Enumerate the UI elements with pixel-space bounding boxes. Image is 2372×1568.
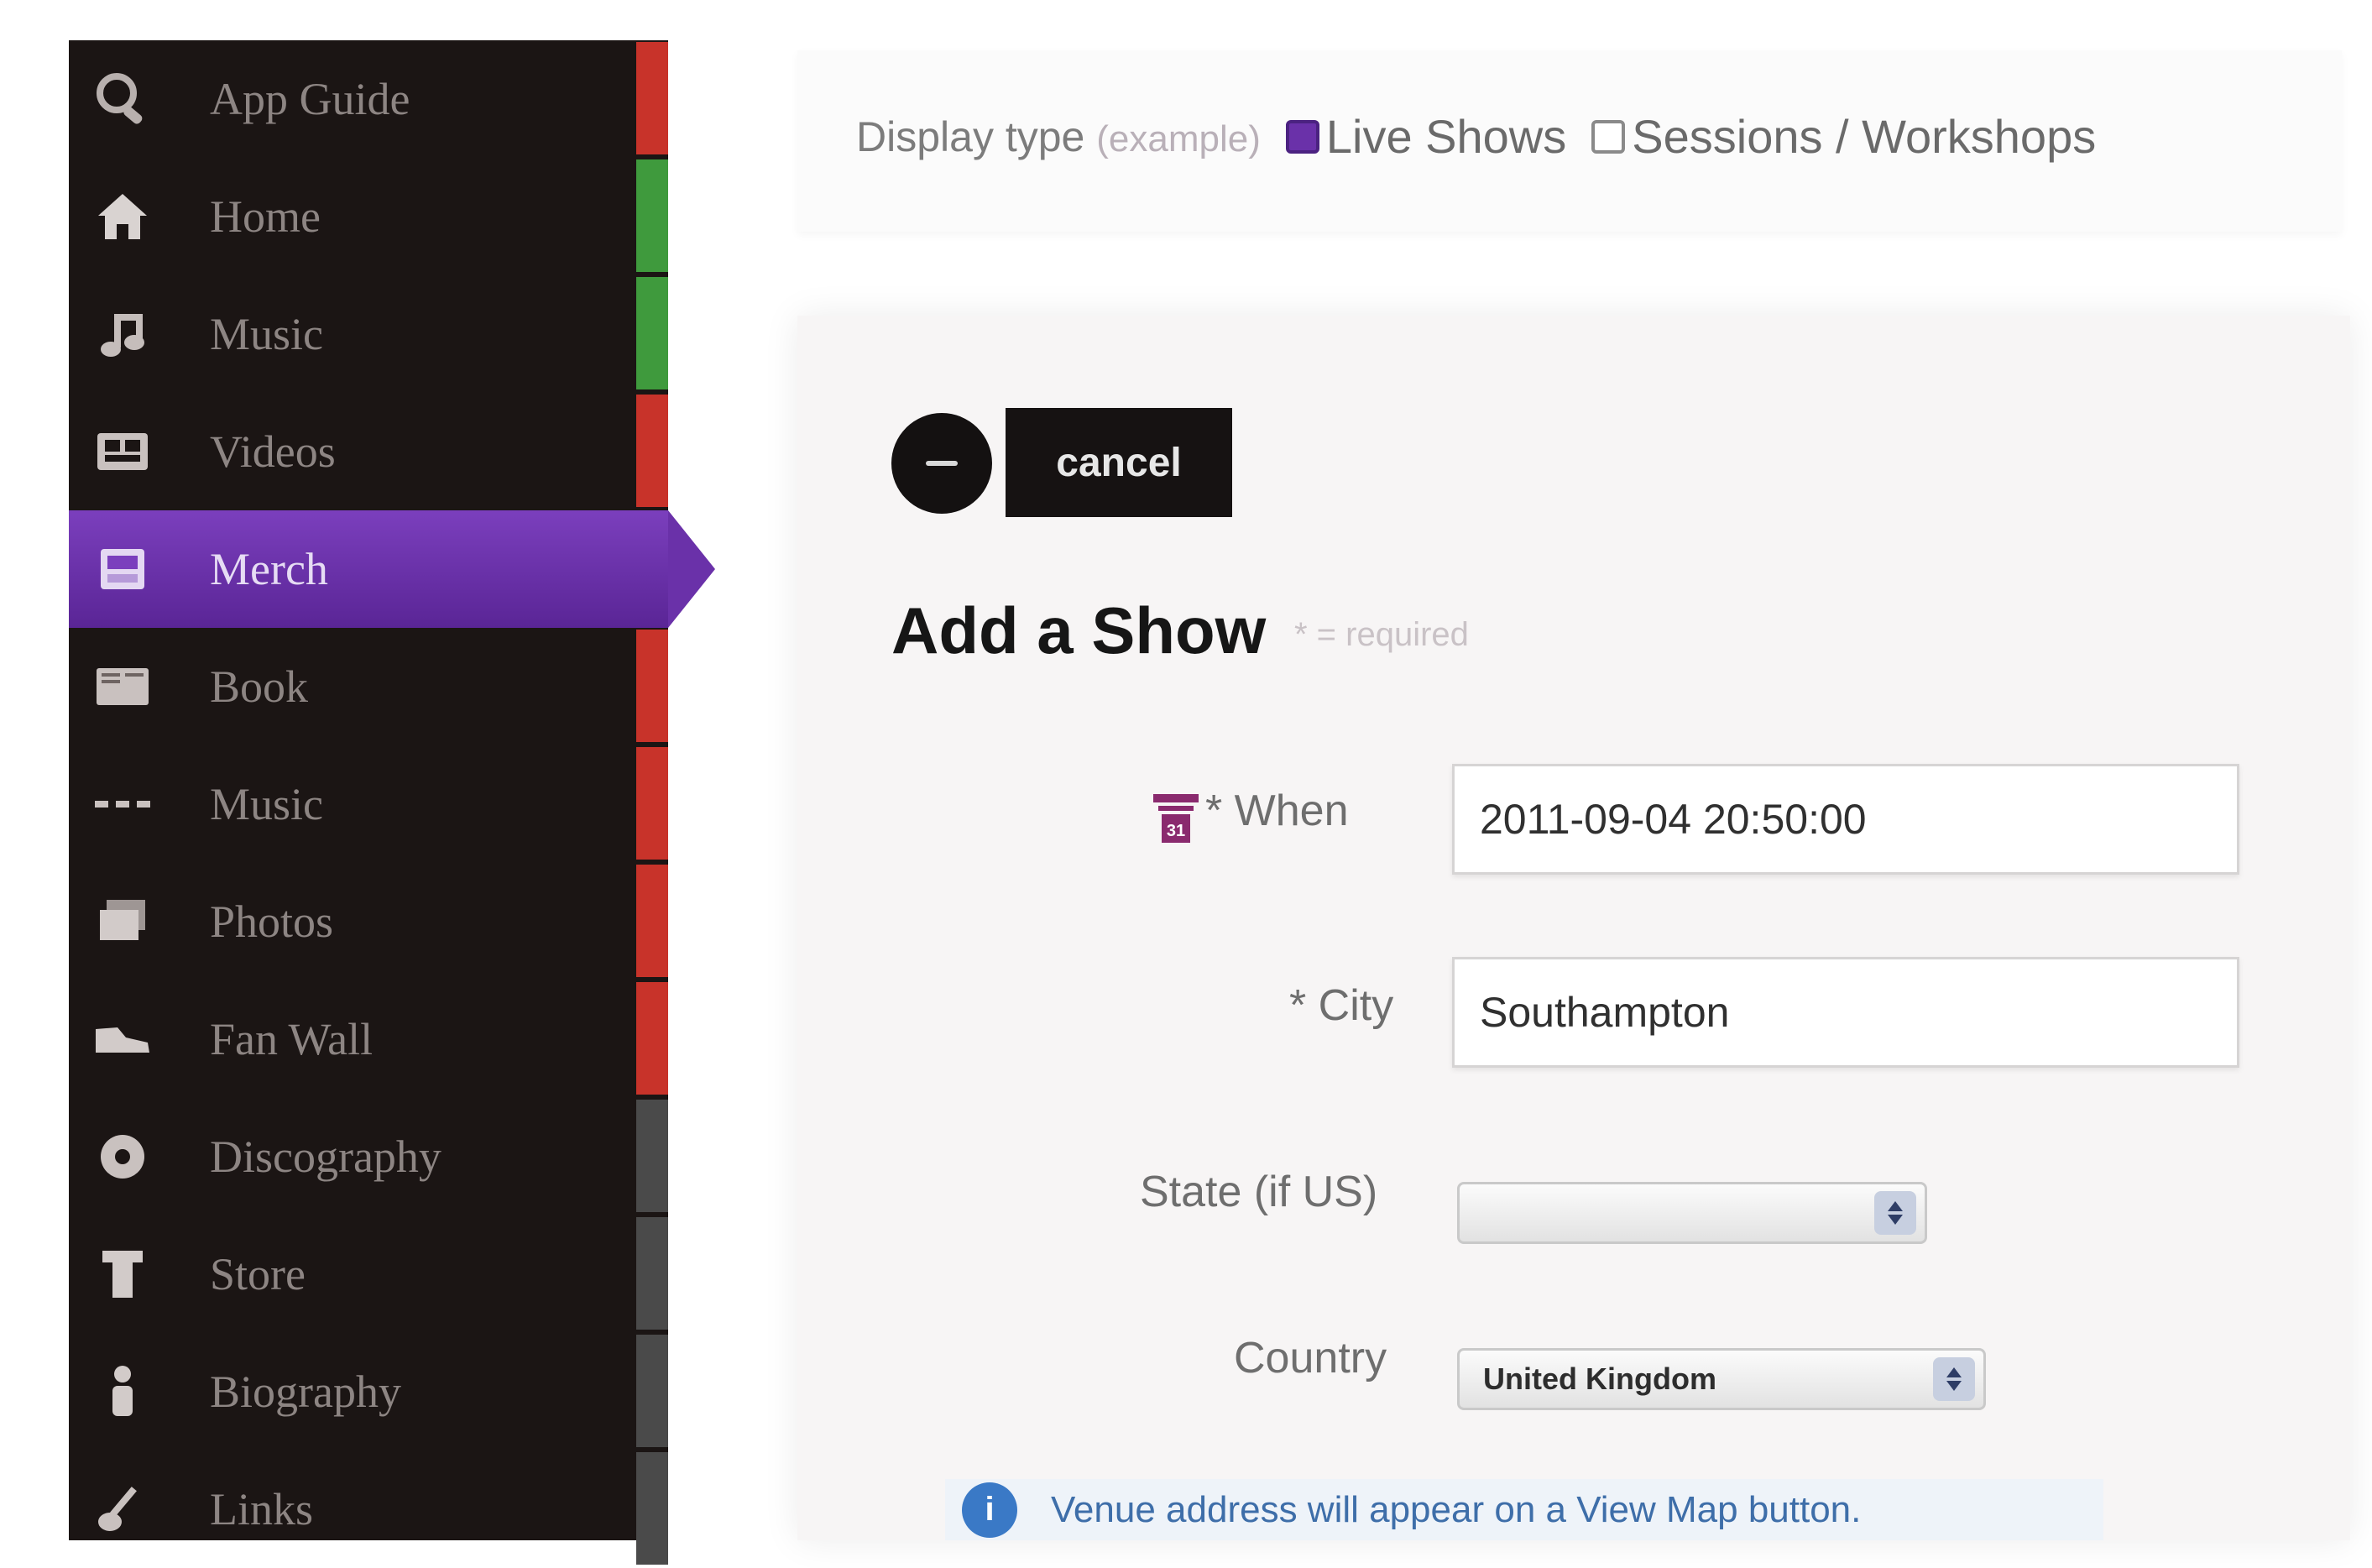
sidebar-item-store[interactable]: Store: [69, 1215, 668, 1333]
shoe-icon: [91, 1011, 154, 1068]
sidebar-nav: App Guide Home Music Videos Merch Book M…: [69, 40, 715, 1565]
status-strip: [636, 159, 668, 272]
sidebar-item-label: Store: [210, 1249, 306, 1299]
sidebar-item-app-guide[interactable]: App Guide: [69, 40, 668, 158]
status-strip: [636, 747, 668, 860]
state-select[interactable]: [1457, 1182, 1927, 1244]
svg-text:31: 31: [1167, 822, 1185, 840]
status-strip: [636, 630, 668, 742]
sessions-workshops-option[interactable]: Sessions / Workshops: [1591, 109, 2096, 164]
photos-icon: [91, 893, 154, 950]
sidebar-item-label: Photos: [210, 896, 334, 947]
sidebar-item-home[interactable]: Home: [69, 158, 668, 275]
when-label: * When: [1205, 787, 1349, 835]
status-strip: [636, 1100, 668, 1212]
cancel-button[interactable]: cancel: [1006, 408, 1232, 517]
live-shows-option[interactable]: Live Shows: [1285, 109, 1567, 164]
store-icon: [91, 541, 154, 598]
display-type-bar: Display type (example) Live Shows Sessio…: [797, 50, 2342, 232]
sidebar-item-videos[interactable]: Videos: [69, 393, 668, 510]
status-strip: [636, 277, 668, 389]
minus-icon: [926, 461, 958, 466]
status-strip: [636, 395, 668, 507]
sidebar-item-label: App Guide: [210, 74, 410, 124]
sidebar-item-label: Music: [210, 779, 323, 829]
sidebar-item-fan-wall[interactable]: Fan Wall: [69, 980, 668, 1098]
info-text: Venue address will appear on a View Map …: [1051, 1488, 1862, 1530]
country-select[interactable]: United Kingdom: [1457, 1348, 1986, 1410]
calendar-icon[interactable]: 31: [1150, 791, 1202, 846]
person-icon: [91, 1363, 154, 1420]
city-label: * City: [1289, 981, 1394, 1030]
select-arrows-icon: [1874, 1191, 1916, 1235]
sidebar-item-discography[interactable]: Discography: [69, 1098, 668, 1215]
magnifier-icon: [91, 71, 154, 128]
sidebar-item-label: Music: [210, 309, 323, 359]
sidebar-item-more[interactable]: Music: [69, 745, 668, 863]
country-label: Country: [1234, 1334, 1387, 1382]
info-icon: i: [962, 1482, 1017, 1538]
status-strip: [636, 865, 668, 977]
sidebar-item-label: Links: [210, 1484, 314, 1534]
sessions-workshops-label: Sessions / Workshops: [1632, 110, 2097, 163]
select-arrows-icon: [1933, 1357, 1975, 1401]
disc-icon: [91, 1128, 154, 1185]
sidebar-item-label: Discography: [210, 1132, 441, 1182]
form-title: Add a Show: [891, 593, 1267, 667]
live-shows-checkbox[interactable]: [1285, 119, 1319, 154]
shirt-icon: [91, 1246, 154, 1303]
sidebar-item-book[interactable]: Book: [69, 628, 668, 745]
add-show-panel: cancel Add a Show * = required 31 * When…: [797, 316, 2350, 1540]
live-shows-label: Live Shows: [1325, 110, 1567, 163]
sidebar-item-label: Merch: [210, 544, 328, 594]
sidebar-item-photos[interactable]: Photos: [69, 863, 668, 980]
sidebar-item-label: Book: [210, 661, 309, 712]
state-label: State (if US): [1140, 1168, 1378, 1216]
sidebar-item-merch[interactable]: Merch: [69, 510, 715, 628]
sidebar-item-biography[interactable]: Biography: [69, 1333, 668, 1450]
music-icon: [91, 306, 154, 363]
home-icon: [91, 188, 154, 245]
display-type-hint: (example): [1096, 118, 1261, 159]
sidebar-item-label: Videos: [210, 426, 336, 477]
active-indicator-arrow: [668, 510, 715, 628]
country-select-value: United Kingdom: [1483, 1362, 1716, 1396]
info-message: i Venue address will appear on a View Ma…: [945, 1479, 2103, 1540]
sessions-workshops-checkbox[interactable]: [1591, 119, 1626, 154]
sidebar-item-music[interactable]: Music: [69, 275, 668, 393]
book-icon: [91, 658, 154, 715]
status-strip: [636, 982, 668, 1095]
status-strip: [636, 1452, 668, 1565]
when-input[interactable]: 2011-09-04 20:50:00: [1452, 764, 2239, 875]
sidebar-item-label: Home: [210, 191, 321, 242]
collapse-button[interactable]: [891, 413, 992, 514]
status-strip: [636, 1335, 668, 1447]
display-type-text: Display type: [856, 112, 1085, 160]
status-strip: [636, 1217, 668, 1330]
dots-icon: [91, 776, 154, 833]
city-input[interactable]: Southampton: [1452, 957, 2239, 1068]
display-type-row: Display type (example) Live Shows Sessio…: [856, 109, 2096, 164]
sidebar-item-label: Fan Wall: [210, 1014, 374, 1064]
guitar-icon: [91, 1481, 154, 1538]
display-type-label: Display type (example): [856, 112, 1261, 161]
sidebar-item-label: Biography: [210, 1367, 401, 1417]
required-note: * = required: [1294, 616, 1469, 653]
sidebar-item-links[interactable]: Links: [69, 1450, 668, 1568]
video-icon: [91, 423, 154, 480]
status-strip: [636, 42, 668, 154]
